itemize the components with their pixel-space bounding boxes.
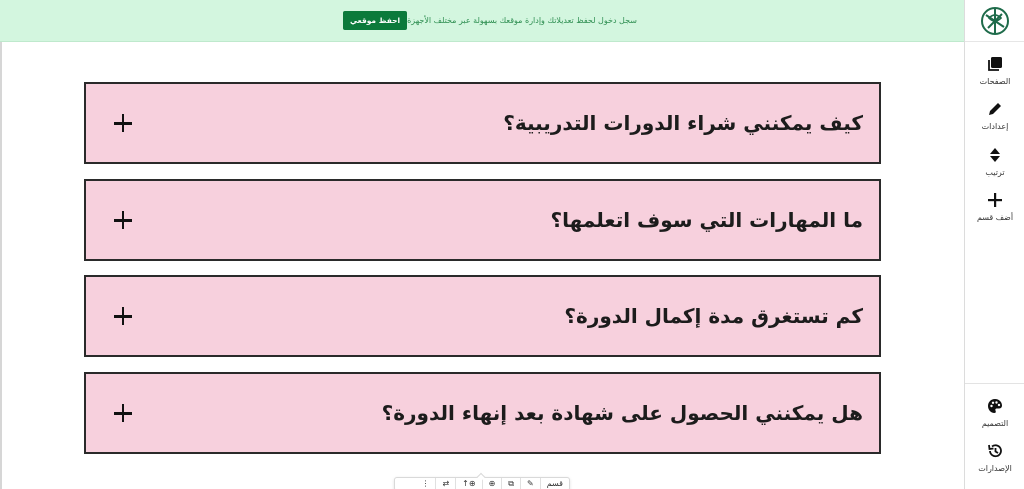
save-site-button[interactable]: احفظ موقعي — [343, 11, 408, 30]
expand-plus-icon[interactable] — [114, 404, 132, 422]
pencil-icon — [989, 103, 1001, 115]
sidebar-item-label: الصفحات — [979, 77, 1011, 86]
add-below-icon[interactable]: ⊕ — [481, 478, 502, 489]
faq-item[interactable]: كم تستغرق مدة إكمال الدورة؟ — [84, 275, 881, 357]
sidebar-divider — [965, 383, 1024, 384]
sidebar-item-settings[interactable]: إعدادات — [965, 101, 1024, 131]
sidebar-item-pages[interactable]: الصفحات — [965, 56, 1024, 86]
editor-app: سجل دخول لحفظ تعديلاتك وإدارة موقعك بسهو… — [0, 0, 1024, 489]
faq-question: كيف يمكنني شراء الدورات التدريبية؟ — [503, 111, 863, 135]
faq-item[interactable]: هل يمكنني الحصول على شهادة بعد إنهاء الد… — [84, 372, 881, 454]
more-icon[interactable]: ⋮ — [415, 478, 435, 489]
expand-plus-icon[interactable] — [114, 307, 132, 325]
swap-icon[interactable]: ⇄ — [435, 478, 455, 489]
faq-item[interactable]: ما المهارات التي سوف اتعلمها؟ — [84, 179, 881, 261]
sidebar-item-versions[interactable]: الإصدارات — [965, 443, 1024, 473]
toolbar-section-label[interactable]: قسم — [539, 478, 569, 489]
expand-plus-icon[interactable] — [114, 114, 132, 132]
editor-sidebar: الصفحات إعدادات ترتيب أضف قسم التصميم ال… — [964, 0, 1024, 489]
palette-icon — [988, 399, 1002, 413]
sidebar-item-label: ترتيب — [985, 168, 1005, 177]
sort-icon — [990, 148, 1000, 162]
faq-item[interactable]: كيف يمكنني شراء الدورات التدريبية؟ — [84, 82, 881, 164]
sidebar-item-sort[interactable]: ترتيب — [965, 147, 1024, 177]
banner-text: سجل دخول لحفظ تعديلاتك وإدارة موقعك بسهو… — [407, 16, 637, 25]
faq-question: هل يمكنني الحصول على شهادة بعد إنهاء الد… — [381, 401, 863, 425]
add-above-icon[interactable]: ⊕↑ — [455, 478, 481, 489]
faq-question: ما المهارات التي سوف اتعلمها؟ — [550, 208, 863, 232]
duplicate-icon[interactable]: ⧉ — [501, 478, 520, 489]
banner-content: سجل دخول لحفظ تعديلاتك وإدارة موقعك بسهو… — [335, 11, 637, 30]
edit-icon[interactable]: ✎ — [520, 478, 540, 489]
sidebar-item-label: إعدادات — [981, 122, 1009, 131]
login-banner: سجل دخول لحفظ تعديلاتك وإدارة موقعك بسهو… — [0, 0, 964, 42]
logo-box[interactable] — [965, 0, 1024, 42]
history-icon — [988, 444, 1002, 458]
sidebar-item-label: الإصدارات — [978, 464, 1012, 473]
sidebar-item-design[interactable]: التصميم — [965, 398, 1024, 428]
canvas-left-border — [0, 42, 2, 489]
faq-question: كم تستغرق مدة إكمال الدورة؟ — [564, 304, 863, 328]
sidebar-item-label: أضف قسم — [976, 213, 1014, 222]
expand-plus-icon[interactable] — [114, 211, 132, 229]
section-toolbar: قسم ✎ ⧉ ⊕ ⊕↑ ⇄ ⋮ — [394, 472, 570, 489]
sidebar-item-add-section[interactable]: أضف قسم — [965, 192, 1024, 222]
plus-icon — [988, 193, 1002, 207]
sidebar-item-label: التصميم — [981, 419, 1009, 428]
pages-icon — [988, 57, 1002, 71]
globe-logo-icon — [981, 6, 1009, 35]
